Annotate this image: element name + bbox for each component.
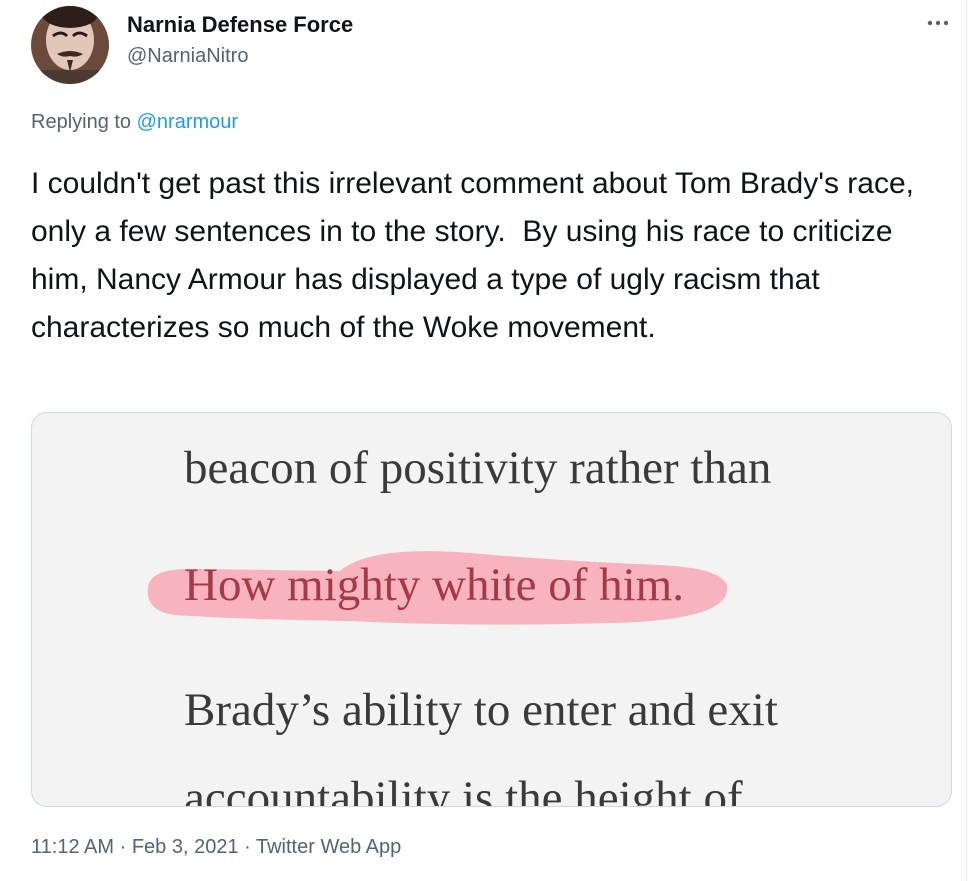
- article-text-line: Brady’s ability to enter and exit: [184, 684, 778, 736]
- more-options-icon[interactable]: [920, 8, 956, 38]
- tweet-media-image[interactable]: beacon of positivity rather than How mig…: [31, 412, 952, 807]
- tweet-time[interactable]: 11:12 AM: [31, 836, 114, 858]
- right-border: [966, 0, 967, 881]
- avatar-image: [31, 6, 109, 84]
- article-text-line: beacon of positivity rather than: [184, 442, 772, 494]
- tweet-card: Narnia Defense Force @NarniaNitro Replyi…: [0, 0, 980, 881]
- user-handle[interactable]: @NarniaNitro: [127, 45, 248, 68]
- display-name[interactable]: Narnia Defense Force: [127, 12, 353, 38]
- replying-to: Replying to @nrarmour: [31, 111, 238, 134]
- avatar[interactable]: [31, 6, 109, 84]
- separator-dot: ·: [238, 836, 256, 858]
- article-text-line: accountability is the height of: [184, 772, 743, 807]
- article-highlighted-line: How mighty white of him.: [184, 559, 684, 611]
- replying-prefix: Replying to: [31, 111, 137, 133]
- tweet-date[interactable]: Feb 3, 2021: [132, 836, 239, 858]
- tweet-text: I couldn't get past this irrelevant comm…: [31, 167, 923, 344]
- separator-dot: ·: [114, 836, 132, 858]
- tweet-metadata: 11:12 AM · Feb 3, 2021 · Twitter Web App: [31, 836, 401, 859]
- tweet-source[interactable]: Twitter Web App: [256, 836, 401, 858]
- reply-to-link[interactable]: @nrarmour: [137, 111, 238, 133]
